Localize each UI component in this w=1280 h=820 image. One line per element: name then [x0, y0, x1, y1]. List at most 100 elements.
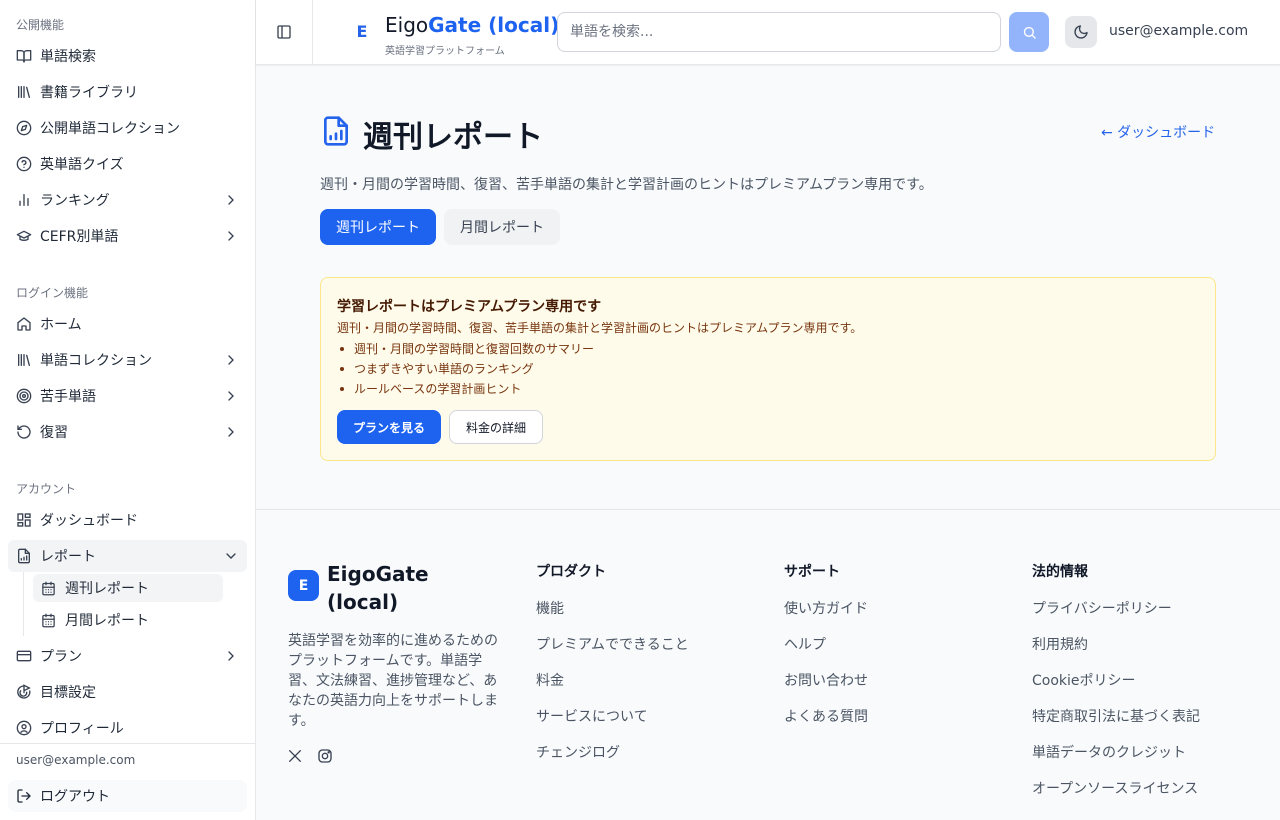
sidebar-item-word-collections[interactable]: 単語コレクション — [8, 344, 247, 376]
chevron-right-icon[interactable] — [223, 424, 239, 440]
sidebar-item-label: ランキング — [40, 193, 110, 209]
compass-icon — [16, 120, 32, 136]
back-to-dashboard-link[interactable]: ← ダッシュボード — [1101, 122, 1215, 142]
page-description: 週刊・月間の学習時間、復習、苦手単語の集計と学習計画のヒントはプレミアムプラン専… — [320, 177, 933, 193]
logout-button[interactable]: ログアウト — [8, 780, 247, 812]
footer-link[interactable]: 料金 — [536, 670, 564, 690]
brand-tagline: 英語学習プラットフォーム — [385, 46, 505, 57]
instagram-icon[interactable] — [317, 748, 333, 764]
footer-description: 英語学習を効率的に進めるためのプラットフォームです。単語学習、文法練習、進捗管理… — [288, 633, 498, 729]
footer-link[interactable]: 特定商取引法に基づく表記 — [1032, 706, 1200, 726]
sidebar-item-label: 復習 — [40, 425, 68, 441]
footer-link[interactable]: ヘルプ — [784, 634, 826, 654]
home-icon — [17, 317, 31, 331]
footer-link[interactable]: 利用規約 — [1032, 634, 1088, 654]
footer-column-legal-title: 法的情報 — [1032, 564, 1088, 580]
x-logo-icon[interactable] — [287, 748, 303, 764]
chevron-right-icon[interactable] — [223, 648, 239, 664]
sidebar-item-reports[interactable]: レポート — [8, 540, 247, 572]
library-icon — [18, 354, 30, 366]
sidebar-item-home[interactable]: ホーム — [8, 308, 247, 340]
sidebar-item-cefr[interactable]: CEFR別単語 — [8, 220, 247, 252]
search-input[interactable] — [557, 12, 1001, 52]
footer-link[interactable]: 単語データのクレジット — [1032, 742, 1186, 762]
footer-brand-name: EigoGate (local) — [327, 562, 429, 614]
footer-link[interactable]: よくある質問 — [784, 706, 868, 726]
top-header: E EigoGate (local) 英語学習プラットフォーム user@exa… — [256, 0, 1280, 65]
sidebar-item-public-collections[interactable]: 公開単語コレクション — [8, 112, 247, 144]
sidebar-user-email: user@example.com — [16, 753, 136, 767]
section-label-account: アカウント — [16, 482, 77, 496]
search-button[interactable] — [1009, 12, 1049, 52]
footer-column-support-title: サポート — [784, 564, 840, 580]
tab-monthly-report[interactable]: 月間レポート — [444, 209, 560, 245]
sidebar-subitem-weekly-report[interactable]: 週刊レポート — [33, 574, 223, 602]
footer-link[interactable]: Cookieポリシー — [1032, 670, 1136, 690]
sidebar-item-label: プラン — [40, 649, 82, 665]
sidebar-item-review[interactable]: 復習 — [8, 416, 247, 448]
sidebar-item-goals[interactable]: 目標設定 — [8, 676, 247, 708]
footer-link[interactable]: プライバシーポリシー — [1032, 598, 1172, 618]
sidebar-item-ranking[interactable]: ランキング — [8, 184, 247, 216]
view-plans-button[interactable]: プランを見る — [337, 410, 441, 444]
sidebar-item-label: 書籍ライブラリ — [40, 85, 138, 101]
premium-notice-title: 学習レポートはプレミアムプラン専用です — [337, 299, 602, 315]
credit-card-icon — [16, 650, 32, 662]
sidebar-toggle-button[interactable] — [256, 0, 313, 64]
sidebar-item-label: 苦手単語 — [40, 389, 96, 405]
chevron-right-icon[interactable] — [223, 228, 239, 244]
sidebar-item-book-library[interactable]: 書籍ライブラリ — [8, 76, 247, 108]
list-item: つまずきやすい単語のランキング — [337, 361, 594, 381]
sidebar-item-label: レポート — [40, 549, 96, 565]
pricing-details-button[interactable]: 料金の詳細 — [449, 410, 543, 444]
graduation-cap-icon — [16, 230, 32, 241]
chevron-right-icon[interactable] — [223, 388, 239, 404]
footer-link[interactable]: お問い合わせ — [784, 670, 868, 690]
footer-link[interactable]: 機能 — [536, 598, 564, 618]
tab-weekly-report[interactable]: 週刊レポート — [320, 209, 436, 245]
sidebar-item-plan[interactable]: プラン — [8, 640, 247, 672]
sidebar-item-label: ホーム — [40, 317, 82, 333]
sidebar-item-label: プロフィール — [40, 721, 124, 737]
rotate-ccw-icon — [17, 425, 31, 439]
bar-chart-icon — [19, 194, 29, 206]
list-item: 週刊・月間の学習時間と復習回数のサマリー — [337, 341, 594, 361]
footer-link[interactable]: チェンジログ — [536, 742, 620, 762]
sidebar-item-label: 公開単語コレクション — [40, 121, 180, 137]
sidebar-item-dashboard[interactable]: ダッシュボード — [8, 504, 247, 536]
site-footer: E EigoGate (local) 英語学習を効率的に進めるためのプラットフォ… — [256, 509, 1280, 820]
footer-link[interactable]: サービスについて — [536, 706, 648, 726]
sidebar-item-label: ダッシュボード — [40, 513, 138, 529]
chevron-right-icon[interactable] — [223, 192, 239, 208]
header-user-email[interactable]: user@example.com — [1109, 23, 1248, 39]
logout-label: ログアウト — [40, 789, 110, 805]
sidebar-item-label: 英単語クイズ — [40, 157, 124, 173]
moon-icon — [1074, 25, 1088, 39]
sidebar-item-quiz[interactable]: 英単語クイズ — [8, 148, 247, 180]
footer-link[interactable]: 使い方ガイド — [784, 598, 868, 618]
sidebar-item-profile[interactable]: プロフィール — [8, 712, 247, 744]
logo-badge[interactable]: E — [348, 17, 376, 45]
footer-link[interactable]: プレミアムでできること — [536, 634, 689, 654]
brand-name[interactable]: EigoGate (local) — [385, 13, 559, 37]
user-circle-icon — [16, 720, 32, 736]
brand-main: Eigo — [385, 13, 429, 37]
file-chart-icon — [18, 548, 30, 564]
goal-icon — [17, 684, 31, 699]
premium-notice-description: 週刊・月間の学習時間、復習、苦手単語の集計と学習計画のヒントはプレミアムプラン専… — [337, 321, 863, 335]
footer-logo-badge: E — [288, 570, 319, 601]
layout-dashboard-icon — [17, 513, 31, 527]
footer-column-product-title: プロダクト — [536, 564, 606, 580]
chevron-right-icon[interactable] — [223, 352, 239, 368]
theme-toggle-button[interactable] — [1065, 16, 1097, 48]
sidebar-footer: user@example.com ログアウト — [0, 743, 255, 820]
sidebar-subitem-monthly-report[interactable]: 月間レポート — [33, 606, 223, 634]
sidebar-item-label: 単語コレクション — [40, 353, 152, 369]
sidebar-item-word-search[interactable]: 単語検索 — [8, 40, 247, 72]
chevron-down-icon[interactable] — [223, 548, 239, 564]
footer-link[interactable]: オープンソースライセンス — [1032, 778, 1198, 798]
list-item: ルールベースの学習計画ヒント — [337, 381, 594, 401]
premium-notice: 学習レポートはプレミアムプラン専用です 週刊・月間の学習時間、復習、苦手単語の集… — [320, 277, 1216, 461]
sidebar-item-weak-words[interactable]: 苦手単語 — [8, 380, 247, 412]
section-label-public: 公開機能 — [16, 18, 65, 32]
